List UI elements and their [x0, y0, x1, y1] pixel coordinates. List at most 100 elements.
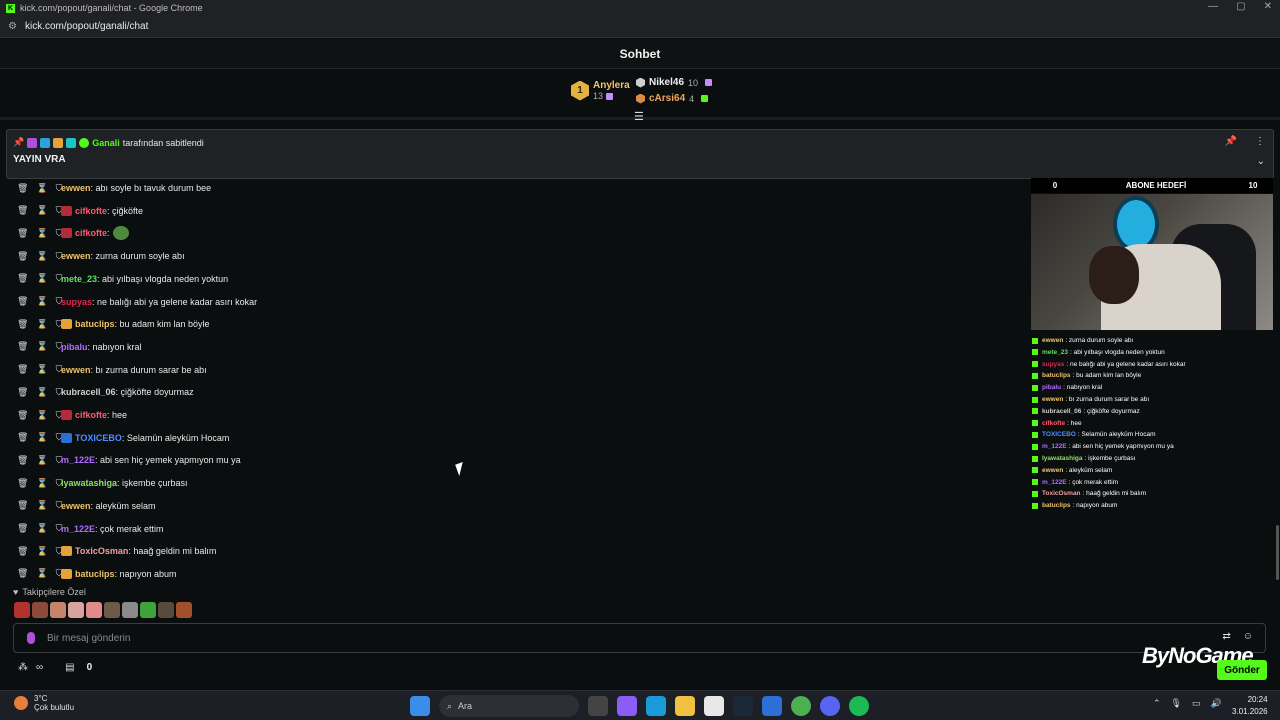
timeout-icon[interactable]: ⌛ [36, 523, 47, 534]
delete-icon[interactable]: 🗑 [17, 205, 28, 216]
leaderboard-first[interactable]: 1 Anylera 13 [571, 80, 630, 101]
timeout-icon[interactable]: ⌛ [36, 296, 47, 307]
network-icon[interactable]: ▭ [1192, 698, 1201, 709]
edge-icon[interactable] [646, 696, 666, 716]
file-explorer-icon[interactable] [675, 696, 695, 716]
close-icon[interactable]: ✕ [1264, 1, 1272, 12]
delete-icon[interactable]: 🗑 [17, 500, 28, 511]
mic-icon[interactable] [27, 632, 35, 644]
chat-input-box[interactable]: ⇄ ☺ [13, 623, 1266, 653]
kick-points-icon[interactable]: ⁂ [18, 662, 28, 673]
chat-username[interactable]: ewwen [61, 365, 91, 375]
chat-username[interactable]: supyas [61, 297, 92, 307]
chat-username[interactable]: batuclips [75, 569, 115, 579]
taskbar-search[interactable]: ⌕ Ara [439, 695, 579, 717]
clock[interactable]: 20:24 3.01.2026 [1232, 694, 1268, 718]
windows-start-icon[interactable] [410, 696, 430, 716]
more-options-icon[interactable]: ⋮ [1255, 136, 1265, 147]
scrollbar[interactable] [1276, 525, 1279, 580]
minimize-icon[interactable]: — [1208, 1, 1218, 12]
leaderboard-second[interactable]: Nikel46 10 [636, 77, 713, 88]
store-icon[interactable]: ▤ [65, 662, 74, 673]
timeout-icon[interactable]: ⌛ [36, 387, 47, 398]
delete-icon[interactable]: 🗑 [17, 296, 28, 307]
emoji-icon[interactable]: ☺ [1243, 631, 1253, 642]
address-bar[interactable]: ⚙ kick.com/popout/ganali/chat [0, 16, 1280, 38]
delete-icon[interactable]: 🗑 [17, 523, 28, 534]
chevron-down-icon[interactable]: ⌄ [1257, 156, 1265, 167]
emote-icon[interactable] [122, 602, 138, 618]
emote-icon[interactable] [50, 602, 66, 618]
timeout-icon[interactable]: ⌛ [36, 183, 47, 194]
delete-icon[interactable]: 🗑 [17, 478, 28, 489]
emote-icon[interactable] [176, 602, 192, 618]
emote-icon[interactable] [68, 602, 84, 618]
chat-username[interactable]: mete_23 [61, 274, 97, 284]
chat-username[interactable]: m_122E [61, 524, 95, 534]
chat-username[interactable]: batuclips [75, 319, 115, 329]
emote-icon[interactable] [32, 602, 48, 618]
emote-icon[interactable] [140, 602, 156, 618]
timeout-icon[interactable]: ⌛ [36, 319, 47, 330]
timeout-icon[interactable]: ⌛ [36, 251, 47, 262]
emote-icon[interactable] [86, 602, 102, 618]
translate-icon[interactable]: ⇄ [1222, 631, 1230, 642]
delete-icon[interactable]: 🗑 [17, 183, 28, 194]
timeout-icon[interactable]: ⌛ [36, 273, 47, 284]
timeout-icon[interactable]: ⌛ [36, 455, 47, 466]
delete-icon[interactable]: 🗑 [17, 455, 28, 466]
chrome-icon[interactable] [791, 696, 811, 716]
delete-icon[interactable]: 🗑 [17, 273, 28, 284]
chat-username[interactable]: ToxicOsman [75, 546, 128, 556]
timeout-icon[interactable]: ⌛ [36, 228, 47, 239]
spotify-icon[interactable] [849, 696, 869, 716]
timeout-icon[interactable]: ⌛ [36, 410, 47, 421]
steam-icon[interactable] [733, 696, 753, 716]
copilot-icon[interactable] [617, 696, 637, 716]
mic-tray-icon[interactable]: 🎙 [1171, 698, 1182, 709]
collapse-leaderboard-icon[interactable]: ☰ [634, 110, 644, 123]
emote-icon[interactable] [14, 602, 30, 618]
chat-username[interactable]: ewwen [61, 251, 91, 261]
delete-icon[interactable]: 🗑 [17, 364, 28, 375]
timeout-icon[interactable]: ⌛ [36, 364, 47, 375]
mail-icon[interactable] [762, 696, 782, 716]
timeout-icon[interactable]: ⌛ [36, 478, 47, 489]
site-info-icon[interactable]: ⚙ [8, 21, 17, 32]
delete-icon[interactable]: 🗑 [17, 228, 28, 239]
chevron-up-icon[interactable]: ⌃ [1153, 698, 1161, 709]
chat-username[interactable]: m_122E [61, 455, 95, 465]
send-button[interactable]: Gönder [1217, 660, 1267, 680]
timeout-icon[interactable]: ⌛ [36, 546, 47, 557]
emote-icon[interactable] [104, 602, 120, 618]
timeout-icon[interactable]: ⌛ [36, 205, 47, 216]
delete-icon[interactable]: 🗑 [17, 387, 28, 398]
delete-icon[interactable]: 🗑 [17, 251, 28, 262]
delete-icon[interactable]: 🗑 [17, 568, 28, 579]
volume-icon[interactable]: 🔊 [1211, 698, 1222, 709]
delete-icon[interactable]: 🗑 [17, 319, 28, 330]
delete-icon[interactable]: 🗑 [17, 410, 28, 421]
timeout-icon[interactable]: ⌛ [36, 432, 47, 443]
chat-username[interactable]: Iyawatashiga [61, 478, 117, 488]
emote-icon[interactable] [158, 602, 174, 618]
chat-username[interactable]: pibalu [61, 342, 88, 352]
unpin-icon[interactable]: 📌 [1225, 136, 1237, 147]
delete-icon[interactable]: 🗑 [17, 432, 28, 443]
chat-username[interactable]: cifkofte [75, 206, 107, 216]
delete-icon[interactable]: 🗑 [17, 341, 28, 352]
chat-username[interactable]: kubracell_06 [61, 387, 116, 397]
timeout-icon[interactable]: ⌛ [36, 500, 47, 511]
weather-widget[interactable]: 3°C Çok bulutlu [14, 694, 74, 712]
leaderboard-third[interactable]: cArsi64 4 [636, 93, 709, 104]
infinity-icon[interactable]: ∞ [36, 662, 43, 673]
discord-icon[interactable] [820, 696, 840, 716]
message-input[interactable] [47, 630, 1197, 646]
chat-username[interactable]: cifkofte [75, 228, 107, 238]
chat-username[interactable]: ewwen [61, 183, 91, 193]
timeout-icon[interactable]: ⌛ [36, 568, 47, 579]
task-view-icon[interactable] [588, 696, 608, 716]
chat-username[interactable]: TOXICEBO [75, 433, 122, 443]
maximize-icon[interactable]: ▢ [1236, 1, 1245, 12]
store-app-icon[interactable] [704, 696, 724, 716]
